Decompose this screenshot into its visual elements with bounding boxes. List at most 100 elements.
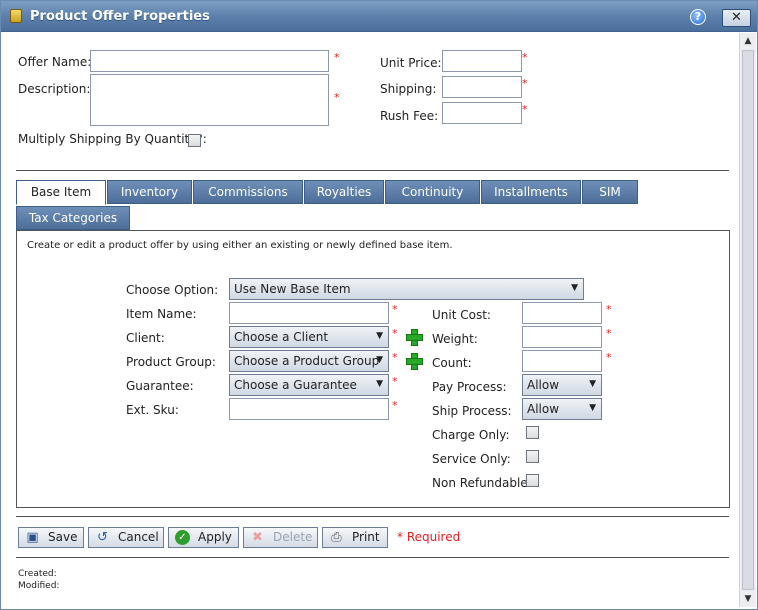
save-button[interactable]: ▣ Save <box>18 527 84 548</box>
cancel-button[interactable]: ↺ Cancel <box>88 527 164 548</box>
check-icon: ✓ <box>175 530 190 545</box>
multiply-shipping-label: Multiply Shipping By Quantity?: <box>18 132 207 146</box>
ship-process-select[interactable]: Allow ▼ <box>522 398 602 420</box>
tab-continuity[interactable]: Continuity <box>385 180 480 204</box>
required-mark: * <box>606 303 612 316</box>
divider <box>16 516 729 517</box>
required-mark: * <box>606 351 612 364</box>
ship-process-label: Ship Process: <box>432 404 512 418</box>
offer-name-label: Offer Name: <box>18 55 92 69</box>
unit-cost-label: Unit Cost: <box>432 308 491 322</box>
product-group-select[interactable]: Choose a Product Group ▼ <box>229 350 389 372</box>
required-mark: * <box>334 51 340 64</box>
apply-button-label: Apply <box>198 530 232 544</box>
tab-base-item[interactable]: Base Item <box>16 180 106 205</box>
required-note: * Required <box>397 530 461 544</box>
panel-description: Create or edit a product offer by using … <box>27 240 453 251</box>
client-label: Client: <box>126 331 165 345</box>
shipping-label: Shipping: <box>380 82 437 96</box>
required-mark: * <box>392 375 398 388</box>
client-value: Choose a Client <box>234 330 329 344</box>
multiply-shipping-checkbox[interactable] <box>188 134 201 147</box>
vertical-scrollbar[interactable]: ▲ ▼ <box>739 33 756 607</box>
ext-sku-input[interactable] <box>229 398 389 420</box>
delete-button[interactable]: ✖ Delete <box>243 527 318 548</box>
service-only-label: Service Only: <box>432 452 511 466</box>
cancel-button-label: Cancel <box>118 530 159 544</box>
chevron-down-icon: ▼ <box>571 283 578 293</box>
chevron-down-icon: ▼ <box>589 403 596 413</box>
add-product-group-plus-icon[interactable] <box>406 353 423 370</box>
scroll-up-arrow-icon[interactable]: ▲ <box>740 33 756 49</box>
charge-only-checkbox[interactable] <box>526 426 539 439</box>
chevron-down-icon: ▼ <box>376 355 383 365</box>
count-input[interactable] <box>522 350 602 372</box>
tab-installments[interactable]: Installments <box>481 180 581 204</box>
non-refundable-label: Non Refundable: <box>432 476 532 490</box>
required-mark: * <box>522 103 528 116</box>
item-name-label: Item Name: <box>126 307 197 321</box>
scroll-down-arrow-icon[interactable]: ▼ <box>740 591 756 607</box>
choose-option-label: Choose Option: <box>126 283 219 297</box>
guarantee-label: Guarantee: <box>126 379 194 393</box>
offer-name-input[interactable] <box>90 50 329 72</box>
close-button[interactable]: ✕ <box>722 9 751 27</box>
tab-tax-categories[interactable]: Tax Categories <box>16 206 130 230</box>
tab-sim[interactable]: SIM <box>582 180 638 204</box>
shipping-input[interactable] <box>442 76 522 98</box>
ship-process-value: Allow <box>527 402 560 416</box>
required-mark: * <box>392 351 398 364</box>
pay-process-value: Allow <box>527 378 560 392</box>
tab-inventory[interactable]: Inventory <box>107 180 192 204</box>
divider <box>16 170 729 171</box>
rush-fee-input[interactable] <box>442 102 522 124</box>
required-mark: * <box>392 399 398 412</box>
tab-royalties[interactable]: Royalties <box>304 180 384 204</box>
guarantee-select[interactable]: Choose a Guarantee ▼ <box>229 374 389 396</box>
weight-label: Weight: <box>432 332 478 346</box>
required-mark: * <box>334 91 340 104</box>
rush-fee-label: Rush Fee: <box>380 109 439 123</box>
apply-button[interactable]: ✓ Apply <box>168 527 239 548</box>
print-button[interactable]: ⎙ Print <box>322 527 388 548</box>
x-icon: ✖ <box>252 530 263 545</box>
printer-icon: ⎙ <box>331 530 342 545</box>
required-mark: * <box>392 303 398 316</box>
service-only-checkbox[interactable] <box>526 450 539 463</box>
product-group-label: Product Group: <box>126 355 216 369</box>
created-label: Created: <box>18 569 57 579</box>
product-box-icon <box>10 9 22 23</box>
unit-price-label: Unit Price: <box>380 56 442 70</box>
count-label: Count: <box>432 356 472 370</box>
client-select[interactable]: Choose a Client ▼ <box>229 326 389 348</box>
description-input[interactable] <box>90 74 329 126</box>
window-title: Product Offer Properties <box>30 9 210 24</box>
non-refundable-checkbox[interactable] <box>526 474 539 487</box>
required-mark: * <box>392 327 398 340</box>
required-mark: * <box>522 77 528 90</box>
scroll-thumb[interactable] <box>742 50 754 590</box>
choose-option-select[interactable]: Use New Base Item ▼ <box>229 278 584 300</box>
save-button-label: Save <box>48 530 78 544</box>
weight-input[interactable] <box>522 326 602 348</box>
modified-label: Modified: <box>18 581 60 591</box>
item-name-input[interactable] <box>229 302 389 324</box>
print-button-label: Print <box>352 530 380 544</box>
help-icon[interactable]: ? <box>690 9 706 25</box>
title-bar: Product Offer Properties ? ✕ <box>1 1 757 32</box>
add-client-plus-icon[interactable] <box>406 329 423 346</box>
choose-option-value: Use New Base Item <box>234 282 351 296</box>
pay-process-select[interactable]: Allow ▼ <box>522 374 602 396</box>
product-group-value: Choose a Product Group <box>234 354 380 368</box>
undo-icon: ↺ <box>97 530 108 545</box>
pay-process-label: Pay Process: <box>432 380 507 394</box>
ext-sku-label: Ext. Sku: <box>126 403 179 417</box>
tab-commissions[interactable]: Commissions <box>193 180 303 204</box>
unit-cost-input[interactable] <box>522 302 602 324</box>
unit-price-input[interactable] <box>442 50 522 72</box>
chevron-down-icon: ▼ <box>376 331 383 341</box>
guarantee-value: Choose a Guarantee <box>234 378 357 392</box>
product-offer-dialog: Product Offer Properties ? ✕ ▲ ▼ Offer N… <box>0 0 758 610</box>
charge-only-label: Charge Only: <box>432 428 510 442</box>
floppy-disk-icon: ▣ <box>26 530 39 545</box>
